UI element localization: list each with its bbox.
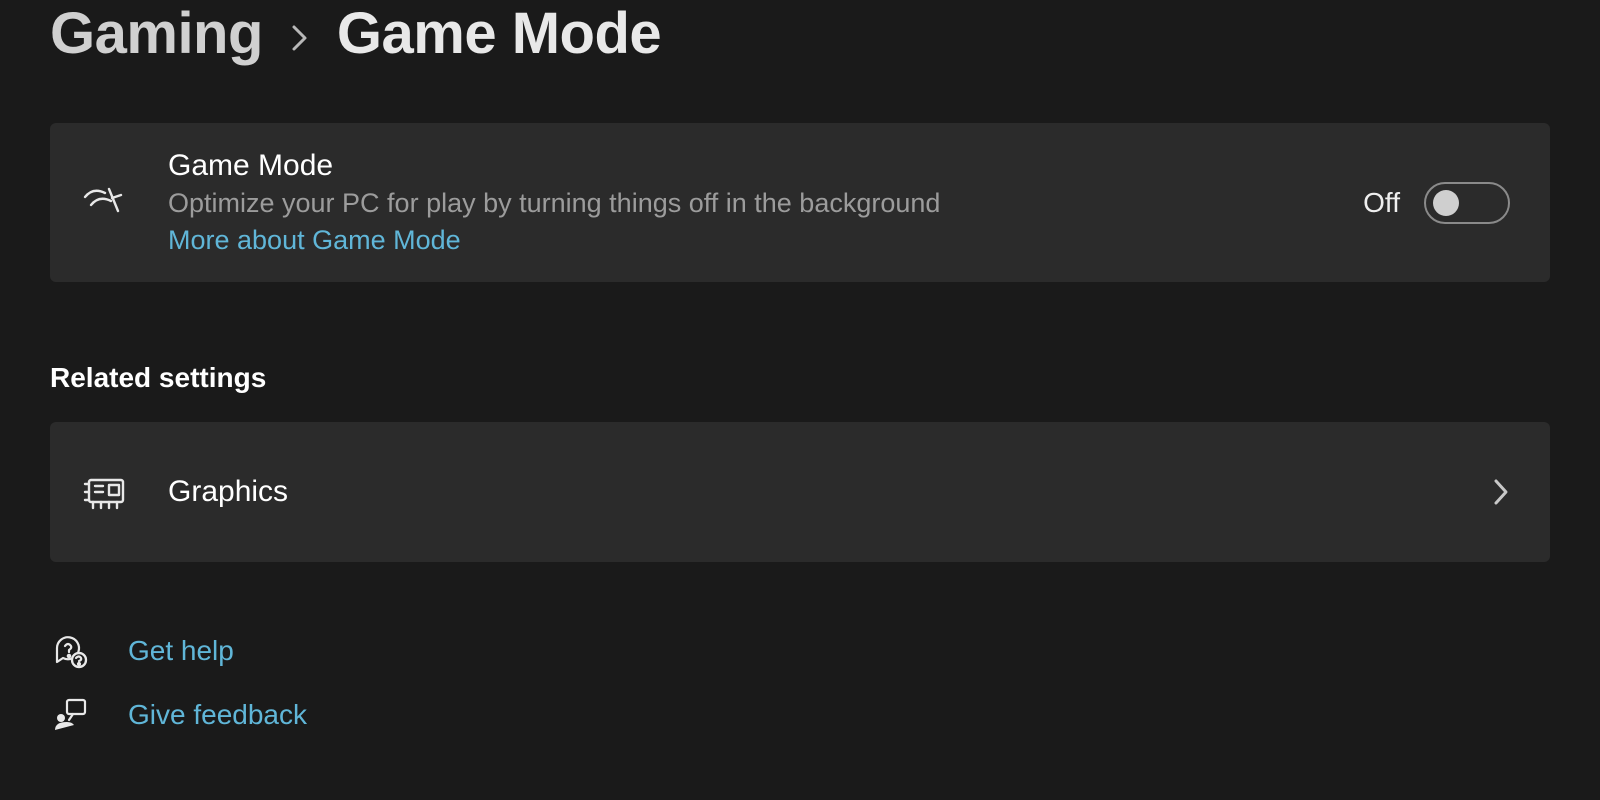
help-icon bbox=[50, 632, 90, 670]
breadcrumb-parent[interactable]: Gaming bbox=[50, 0, 263, 67]
game-mode-icon bbox=[80, 183, 130, 223]
graphics-nav-item[interactable]: Graphics bbox=[50, 422, 1550, 562]
get-help-label: Get help bbox=[128, 635, 234, 667]
breadcrumb-current: Game Mode bbox=[337, 0, 661, 67]
feedback-icon bbox=[50, 696, 90, 734]
game-mode-description: Optimize your PC for play by turning thi… bbox=[168, 185, 1325, 221]
graphics-icon bbox=[80, 470, 130, 514]
related-settings-heading: Related settings bbox=[50, 362, 1550, 394]
breadcrumb: Gaming Game Mode bbox=[50, 0, 1550, 67]
game-mode-toggle[interactable] bbox=[1424, 182, 1510, 224]
chevron-right-icon bbox=[1492, 477, 1510, 507]
more-about-game-mode-link[interactable]: More about Game Mode bbox=[168, 225, 1325, 256]
game-mode-toggle-state: Off bbox=[1363, 187, 1400, 219]
get-help-link[interactable]: Get help bbox=[50, 632, 1550, 670]
give-feedback-link[interactable]: Give feedback bbox=[50, 696, 1550, 734]
give-feedback-label: Give feedback bbox=[128, 699, 307, 731]
chevron-right-icon bbox=[291, 24, 309, 52]
game-mode-card: Game Mode Optimize your PC for play by t… bbox=[50, 123, 1550, 282]
game-mode-title: Game Mode bbox=[168, 149, 1325, 183]
footer-links: Get help Give feedback bbox=[50, 632, 1550, 734]
graphics-label: Graphics bbox=[168, 475, 1454, 509]
toggle-knob bbox=[1433, 190, 1459, 216]
